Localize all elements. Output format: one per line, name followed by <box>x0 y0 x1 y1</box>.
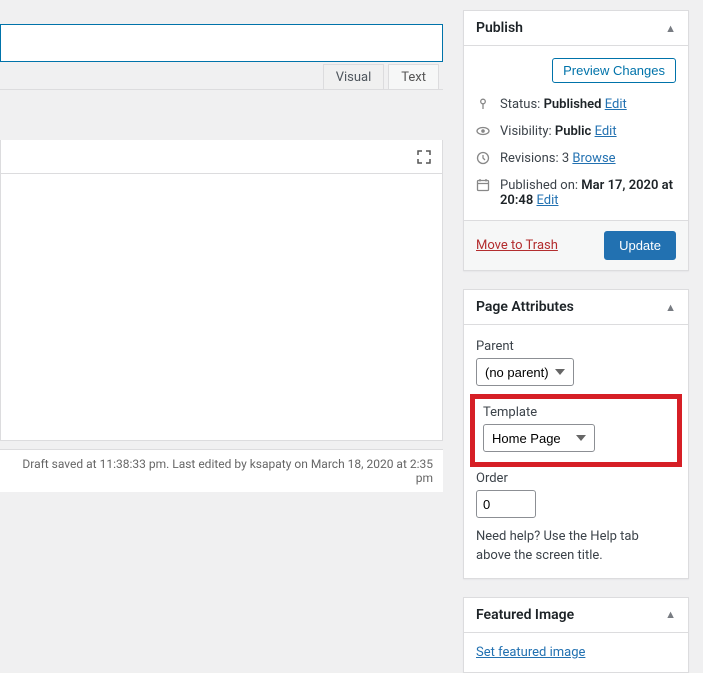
parent-label: Parent <box>476 339 676 354</box>
move-to-trash-link[interactable]: Move to Trash <box>476 238 558 253</box>
set-featured-image-link[interactable]: Set featured image <box>476 645 585 660</box>
publish-actions: Move to Trash Update <box>464 220 688 270</box>
tab-visual[interactable]: Visual <box>323 64 385 89</box>
browse-revisions-link[interactable]: Browse <box>572 151 615 166</box>
parent-select[interactable]: (no parent) <box>476 358 574 386</box>
status-value: Published <box>544 97 602 112</box>
featured-image-box: Featured Image ▲ Set featured image <box>463 597 689 673</box>
edit-status-link[interactable]: Edit <box>605 97 627 112</box>
revisions-icon <box>476 151 492 165</box>
fullscreen-icon[interactable] <box>416 149 432 165</box>
page-attributes-title: Page Attributes <box>476 299 574 315</box>
page-attributes-box: Page Attributes ▲ Parent (no parent) Tem… <box>463 289 689 579</box>
post-title-input[interactable] <box>0 24 443 62</box>
calendar-icon <box>476 178 492 192</box>
sidebar: Publish ▲ Preview Changes Status: Publis… <box>463 10 689 658</box>
order-label: Order <box>476 471 676 486</box>
featured-image-header[interactable]: Featured Image ▲ <box>464 598 688 633</box>
editor-toolbar <box>1 140 442 174</box>
collapse-icon: ▲ <box>665 22 676 35</box>
collapse-icon: ▲ <box>665 608 676 621</box>
editor-wrapper: Visual Text Draft saved at 11:38:33 pm. … <box>0 62 443 492</box>
editor-footer-status: Draft saved at 11:38:33 pm. Last edited … <box>0 449 443 492</box>
published-label: Published on: <box>500 178 578 193</box>
revisions-label: Revisions: <box>500 151 559 166</box>
eye-icon <box>476 124 492 138</box>
publish-box-title: Publish <box>476 20 523 36</box>
template-highlight: Template Home Page <box>470 394 682 467</box>
page-attributes-header[interactable]: Page Attributes ▲ <box>464 290 688 325</box>
visibility-value: Public <box>555 124 591 139</box>
edit-date-link[interactable]: Edit <box>536 193 558 208</box>
order-input[interactable] <box>476 490 536 518</box>
revisions-line: Revisions: 3 Browse <box>464 145 688 172</box>
update-button[interactable]: Update <box>604 231 676 260</box>
editor-tabs: Visual Text <box>0 62 443 90</box>
revisions-value: 3 <box>562 151 569 166</box>
editor-column: Visual Text Draft saved at 11:38:33 pm. … <box>0 10 443 658</box>
pin-icon <box>476 97 492 111</box>
editor-content[interactable] <box>1 174 442 440</box>
status-label: Status: <box>500 97 540 112</box>
visibility-line: Visibility: Public Edit <box>464 118 688 145</box>
collapse-icon: ▲ <box>665 301 676 314</box>
featured-image-title: Featured Image <box>476 607 574 623</box>
publish-box-header[interactable]: Publish ▲ <box>464 11 688 46</box>
publish-box: Publish ▲ Preview Changes Status: Publis… <box>463 10 689 271</box>
template-label: Template <box>483 405 669 420</box>
template-select[interactable]: Home Page <box>483 424 595 452</box>
preview-changes-button[interactable]: Preview Changes <box>552 58 676 83</box>
visibility-label: Visibility: <box>500 124 552 139</box>
edit-visibility-link[interactable]: Edit <box>595 124 617 139</box>
tab-text[interactable]: Text <box>388 64 439 89</box>
status-line: Status: Published Edit <box>464 91 688 118</box>
published-line: Published on: Mar 17, 2020 at 20:48 Edit <box>464 172 688 220</box>
attributes-help-text: Need help? Use the Help tab above the sc… <box>476 528 676 566</box>
